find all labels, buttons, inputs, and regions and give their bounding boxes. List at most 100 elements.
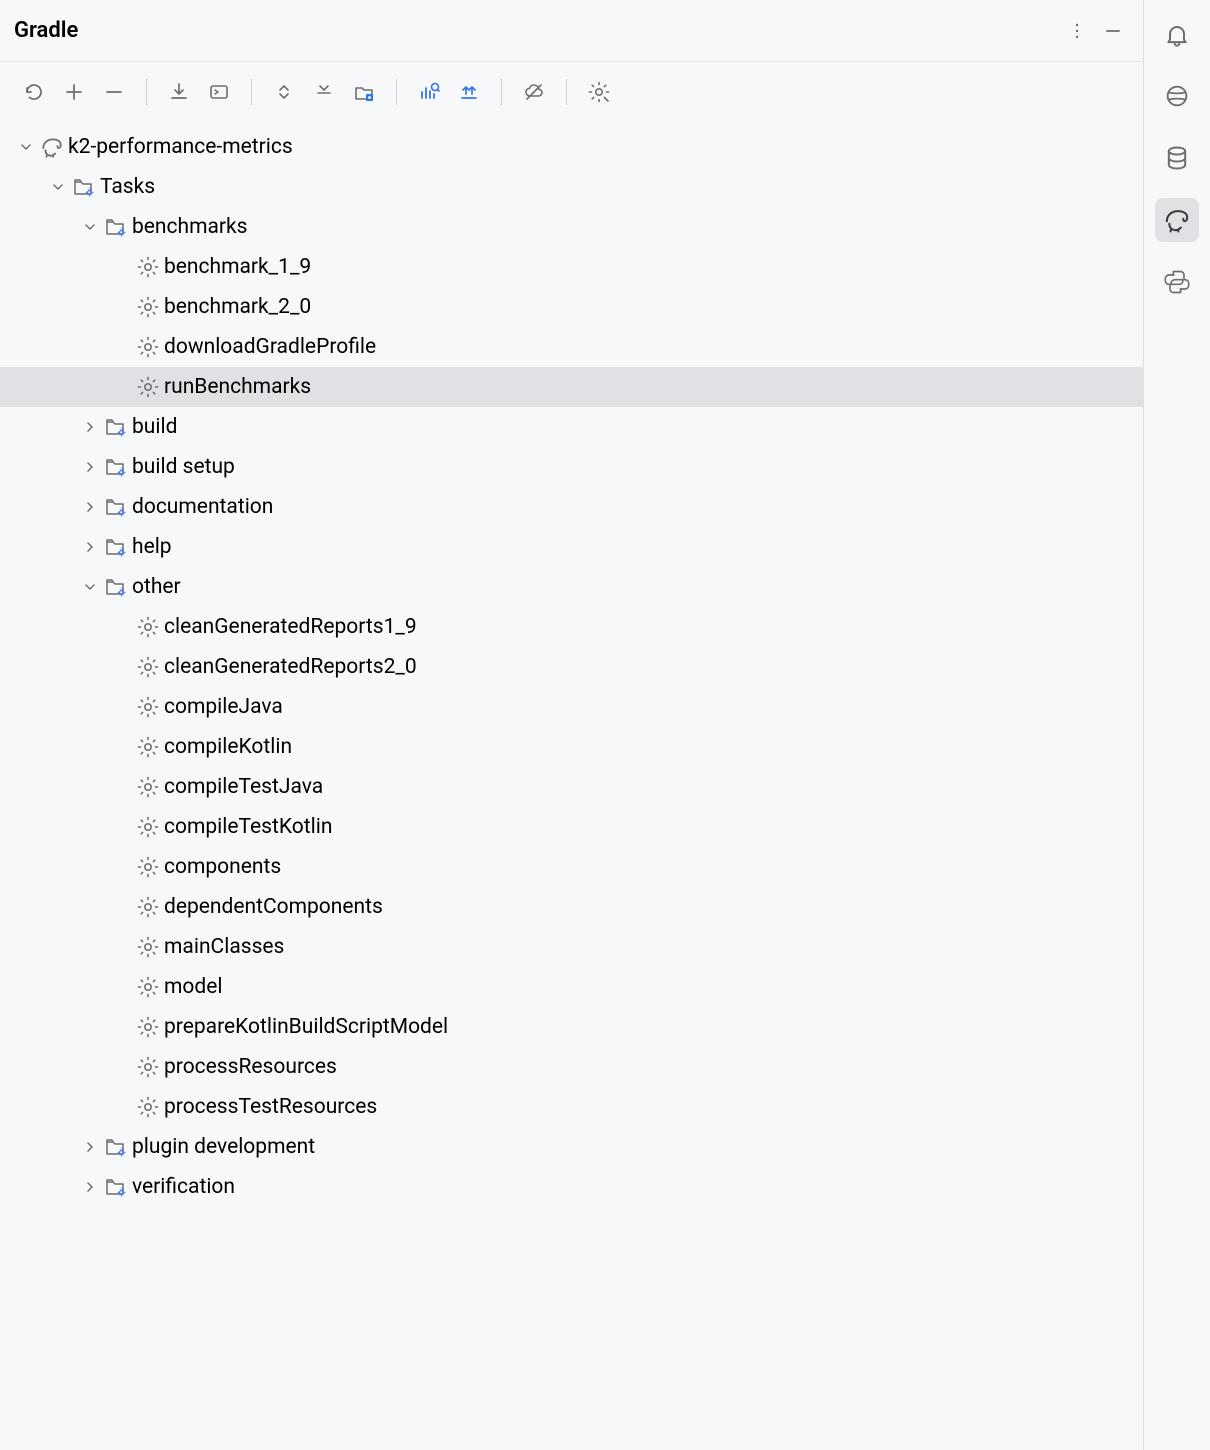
- task-group-label: build setup: [130, 455, 235, 479]
- task-label: cleanGeneratedReports2_0: [162, 655, 417, 679]
- task-group-build-setup[interactable]: build setup: [0, 447, 1143, 487]
- gear-icon: [134, 896, 162, 918]
- task-item-runBenchmarks[interactable]: runBenchmarks: [0, 367, 1143, 407]
- chevron-down-icon[interactable]: [46, 180, 70, 194]
- chevron-down-icon[interactable]: [78, 580, 102, 594]
- task-item[interactable]: processTestResources: [0, 1087, 1143, 1127]
- gradle-tree[interactable]: k2-performance-metrics Tasks benchmarks …: [0, 121, 1143, 1450]
- task-item[interactable]: cleanGeneratedReports2_0: [0, 647, 1143, 687]
- upload-icon[interactable]: [451, 74, 487, 110]
- task-group-documentation[interactable]: documentation: [0, 487, 1143, 527]
- task-item[interactable]: compileKotlin: [0, 727, 1143, 767]
- task-item[interactable]: prepareKotlinBuildScriptModel: [0, 1007, 1143, 1047]
- refresh-icon[interactable]: [16, 74, 52, 110]
- chevron-right-icon[interactable]: [78, 540, 102, 554]
- folder-gear-icon: [102, 216, 130, 238]
- task-group-verification[interactable]: verification: [0, 1167, 1143, 1207]
- task-item[interactable]: dependentComponents: [0, 887, 1143, 927]
- notifications-icon[interactable]: [1155, 12, 1199, 56]
- task-label: prepareKotlinBuildScriptModel: [162, 1015, 448, 1039]
- chevron-right-icon[interactable]: [78, 1140, 102, 1154]
- gear-icon: [134, 376, 162, 398]
- gradle-icon[interactable]: [1155, 198, 1199, 242]
- task-item[interactable]: benchmark_1_9: [0, 247, 1143, 287]
- execute-task-icon[interactable]: [201, 74, 237, 110]
- task-item[interactable]: compileJava: [0, 687, 1143, 727]
- gear-icon: [134, 1016, 162, 1038]
- analyze-dependencies-icon[interactable]: [411, 74, 447, 110]
- remove-icon[interactable]: [96, 74, 132, 110]
- folder-gear-icon: [102, 456, 130, 478]
- task-label: compileJava: [162, 695, 283, 719]
- task-group-label: help: [130, 535, 172, 559]
- chevron-right-icon[interactable]: [78, 500, 102, 514]
- gear-icon: [134, 616, 162, 638]
- expand-all-icon[interactable]: [266, 74, 302, 110]
- folder-gear-icon: [102, 1176, 130, 1198]
- gear-icon: [134, 976, 162, 998]
- build-tool-settings-icon[interactable]: [581, 74, 617, 110]
- gear-icon: [134, 936, 162, 958]
- tasks-label: Tasks: [98, 175, 155, 199]
- minimize-icon[interactable]: [1097, 15, 1129, 47]
- task-item[interactable]: benchmark_2_0: [0, 287, 1143, 327]
- task-group-help[interactable]: help: [0, 527, 1143, 567]
- gear-icon: [134, 656, 162, 678]
- task-item[interactable]: mainClasses: [0, 927, 1143, 967]
- download-icon[interactable]: [161, 74, 197, 110]
- tasks-node[interactable]: Tasks: [0, 167, 1143, 207]
- task-label: processTestResources: [162, 1095, 377, 1119]
- right-sidebar: [1144, 0, 1210, 1450]
- project-structure-icon[interactable]: [346, 74, 382, 110]
- more-options-icon[interactable]: [1061, 15, 1093, 47]
- panel-title: Gradle: [14, 18, 1061, 43]
- task-group-other[interactable]: other: [0, 567, 1143, 607]
- task-item[interactable]: model: [0, 967, 1143, 1007]
- task-label: compileKotlin: [162, 735, 292, 759]
- gear-icon: [134, 1096, 162, 1118]
- add-icon[interactable]: [56, 74, 92, 110]
- chevron-down-icon[interactable]: [78, 220, 102, 234]
- task-group-build[interactable]: build: [0, 407, 1143, 447]
- gradle-project-icon: [38, 135, 66, 159]
- task-group-label: documentation: [130, 495, 273, 519]
- folder-gear-icon: [102, 1136, 130, 1158]
- task-group-label: other: [130, 575, 181, 599]
- toolbar: [0, 62, 1143, 121]
- task-label: runBenchmarks: [162, 375, 311, 399]
- task-label: benchmark_1_9: [162, 255, 311, 279]
- folder-gear-icon: [102, 536, 130, 558]
- task-item[interactable]: components: [0, 847, 1143, 887]
- project-node[interactable]: k2-performance-metrics: [0, 127, 1143, 167]
- chevron-right-icon[interactable]: [78, 420, 102, 434]
- gear-icon: [134, 736, 162, 758]
- task-label: compileTestKotlin: [162, 815, 332, 839]
- task-group-label: plugin development: [130, 1135, 315, 1159]
- task-label: dependentComponents: [162, 895, 383, 919]
- chevron-right-icon[interactable]: [78, 1180, 102, 1194]
- task-label: downloadGradleProfile: [162, 335, 376, 359]
- python-icon[interactable]: [1155, 260, 1199, 304]
- database-icon[interactable]: [1155, 136, 1199, 180]
- task-group-label: verification: [130, 1175, 235, 1199]
- task-item[interactable]: downloadGradleProfile: [0, 327, 1143, 367]
- project-label: k2-performance-metrics: [66, 135, 293, 159]
- task-group-benchmarks[interactable]: benchmarks: [0, 207, 1143, 247]
- collapse-all-icon[interactable]: [306, 74, 342, 110]
- task-item[interactable]: compileTestKotlin: [0, 807, 1143, 847]
- folder-gear-icon: [102, 496, 130, 518]
- task-label: components: [162, 855, 281, 879]
- task-item[interactable]: compileTestJava: [0, 767, 1143, 807]
- chevron-down-icon[interactable]: [14, 140, 38, 154]
- task-item[interactable]: processResources: [0, 1047, 1143, 1087]
- offline-mode-icon[interactable]: [516, 74, 552, 110]
- task-group-plugin-development[interactable]: plugin development: [0, 1127, 1143, 1167]
- task-item[interactable]: cleanGeneratedReports1_9: [0, 607, 1143, 647]
- task-label: compileTestJava: [162, 775, 323, 799]
- chevron-right-icon[interactable]: [78, 460, 102, 474]
- gear-icon: [134, 296, 162, 318]
- ai-assistant-icon[interactable]: [1155, 74, 1199, 118]
- task-label: benchmark_2_0: [162, 295, 311, 319]
- task-group-label: build: [130, 415, 177, 439]
- panel-header: Gradle: [0, 0, 1143, 62]
